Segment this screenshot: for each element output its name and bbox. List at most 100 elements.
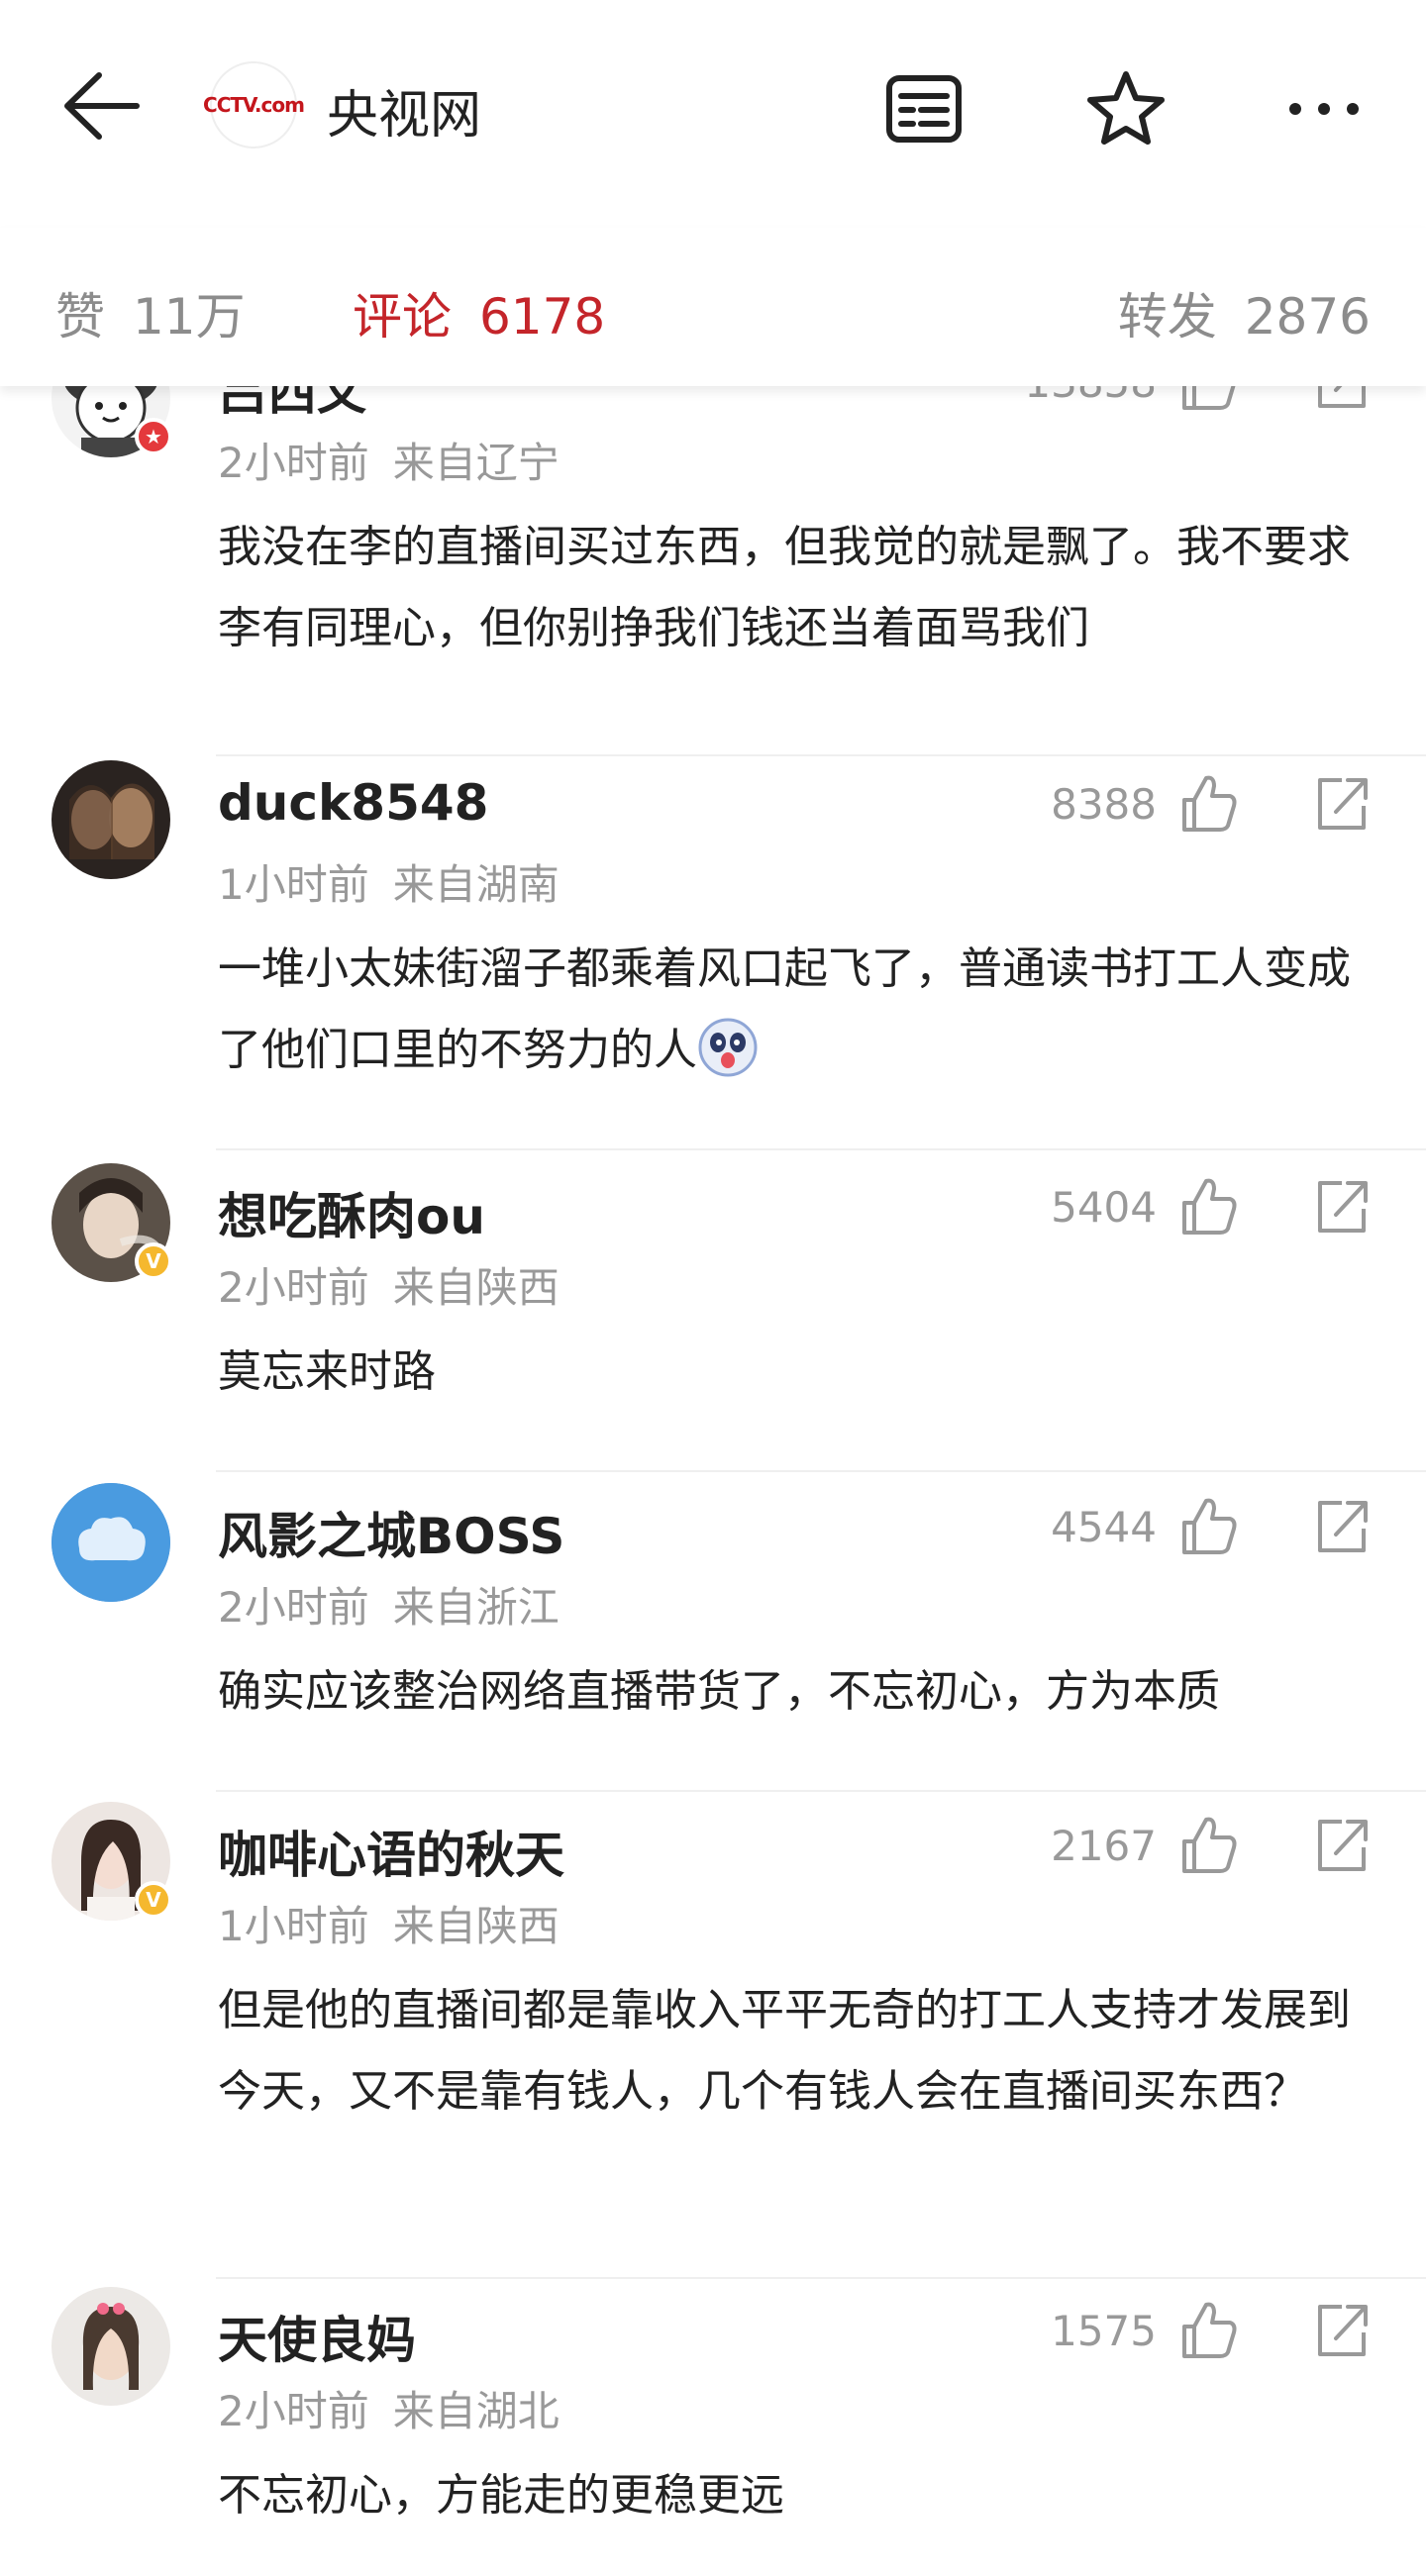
like-button[interactable] (1178, 770, 1238, 836)
comment-username[interactable]: 咖啡心语的秋天 (218, 1816, 564, 1887)
reader-mode-button[interactable] (879, 64, 968, 153)
comment-text: 但是他的直播间都是靠收入平平无奇的打工人支持才发展到今天，又不是靠有钱人，几个有… (218, 1985, 1351, 2117)
like-count: 4544 (1051, 1503, 1157, 1551)
tab-reposts-label: 转发 (1117, 288, 1217, 346)
share-button[interactable] (1312, 770, 1372, 836)
thumbs-up-icon (1182, 1498, 1237, 1554)
divider (216, 754, 1426, 756)
share-icon (1318, 2305, 1368, 2356)
comment-meta: 2小时前 来自辽宁 (218, 430, 560, 490)
avatar[interactable] (51, 2287, 170, 2406)
comment-time: 2小时前 (218, 439, 369, 487)
tab-reposts-count: 2876 (1244, 288, 1371, 346)
engagement-tabs: 赞 11万 评论 6178 转发 2876 (0, 228, 1426, 386)
verified-badge-icon: ★ (135, 418, 172, 455)
comment-username[interactable]: duck8548 (218, 774, 488, 832)
comment-meta: 2小时前 来自陕西 (218, 1254, 560, 1315)
thumbs-up-icon (1182, 1178, 1237, 1235)
back-button[interactable] (57, 61, 156, 150)
page-title[interactable]: 央视网 (327, 73, 481, 148)
more-button[interactable] (1279, 64, 1369, 153)
arrow-left-icon (64, 72, 140, 140)
divider (216, 2277, 1426, 2279)
like-button[interactable] (1178, 386, 1238, 414)
comment-text: 不忘初心，方能走的更稳更远 (218, 2470, 784, 2521)
tab-likes-count: 11万 (133, 288, 246, 346)
comment-time: 1小时前 (218, 860, 369, 909)
comment-username[interactable]: 风影之城BOSS (218, 1497, 564, 1568)
comment-text: 我没在李的直播间买过东西，但我觉的就是飘了。我不要求李有同理心，但你别挣我们钱还… (218, 522, 1351, 653)
comment-location: 来自陕西 (392, 1263, 560, 1312)
tab-reposts[interactable]: 转发 2876 (1118, 277, 1371, 348)
comment-meta: 2小时前 来自浙江 (218, 1574, 560, 1635)
comment-text-block: 一堆小太妹街溜子都乘着风口起飞了，普通读书打工人变成了他们口里的不努力的人 (218, 929, 1376, 1091)
comment-time: 1小时前 (218, 1902, 369, 1950)
thumbs-up-icon (1182, 2302, 1237, 2358)
comment-item: 天使良妈 1575 2小时前 来自湖北 不忘初心，方能走的更稳更远 (0, 2287, 1426, 2576)
comment-text: 确实应该整治网络直播带货了，不忘初心，方为本质 (218, 1666, 1220, 1717)
list-document-icon (886, 75, 962, 143)
share-button[interactable] (1312, 2297, 1372, 2362)
thumbs-up-icon (1182, 1817, 1237, 1873)
tab-comments-label: 评论 (353, 288, 452, 346)
tab-comments-count: 6178 (479, 288, 606, 346)
share-button[interactable] (1312, 1493, 1372, 1558)
verified-badge-icon: V (135, 1242, 172, 1280)
comment-item: 风影之城BOSS 4544 2小时前 来自浙江 确实应该整治网络直播带货了，不忘初… (0, 1483, 1426, 1800)
divider (216, 1148, 1426, 1150)
comment-item: V 咖啡心语的秋天 2167 1小时前 来自陕西 但是他的直播间都是靠收入平平无奇… (0, 1802, 1426, 2287)
comment-username[interactable]: 天使良妈 (218, 2301, 416, 2372)
more-dots-icon (1289, 103, 1359, 115)
tab-likes-label: 赞 (55, 288, 105, 346)
comment-text: 一堆小太妹街溜子都乘着风口起飞了，普通读书打工人变成了他们口里的不努力的人 (218, 943, 1351, 1075)
comment-meta: 1小时前 来自湖南 (218, 851, 560, 912)
like-button[interactable] (1178, 1493, 1238, 1558)
top-bar: CCTV.com 央视网 (0, 0, 1426, 213)
comment-username[interactable]: 吕西文 (218, 386, 366, 424)
comment-text: 莫忘来时路 (218, 1346, 436, 1397)
like-count: 2167 (1051, 1822, 1157, 1870)
comment-location: 来自湖北 (392, 2387, 560, 2435)
divider (216, 1790, 1426, 1792)
share-icon (1318, 1181, 1368, 1233)
panda-emoji-icon (698, 1018, 758, 1077)
tab-likes[interactable]: 赞 11万 (55, 277, 246, 348)
cloud-avatar-image (51, 1483, 170, 1602)
favorite-button[interactable] (1081, 64, 1171, 153)
like-button[interactable] (1178, 1812, 1238, 1877)
comment-location: 来自陕西 (392, 1902, 560, 1950)
like-button[interactable] (1178, 1173, 1238, 1238)
share-button[interactable] (1312, 386, 1372, 414)
comment-item: duck8548 8388 1小时前 来自湖南 一堆小太妹街溜子都乘着风口起飞了，… (0, 760, 1426, 1156)
comment-item: V 想吃酥肉ou 5404 2小时前 来自陕西 莫忘来时路 (0, 1163, 1426, 1480)
share-icon (1318, 1501, 1368, 1552)
avatar[interactable] (51, 760, 170, 879)
avatar[interactable] (51, 1483, 170, 1602)
account-avatar[interactable]: CCTV.com (203, 61, 305, 149)
logo-text: CCTV.com (203, 93, 305, 117)
comment-meta: 1小时前 来自陕西 (218, 1893, 560, 1953)
avatar[interactable]: ★ (51, 386, 172, 457)
divider (216, 1470, 1426, 1472)
comment-location: 来自浙江 (392, 1583, 560, 1632)
share-button[interactable] (1312, 1173, 1372, 1238)
comment-time: 2小时前 (218, 1583, 369, 1632)
like-count: 5404 (1051, 1183, 1157, 1232)
tab-comments[interactable]: 评论 6178 (353, 277, 605, 348)
thumbs-up-icon (1182, 775, 1237, 832)
like-count: 13858 (1024, 386, 1157, 407)
like-button[interactable] (1178, 2297, 1238, 2362)
comment-location: 来自湖南 (392, 860, 560, 909)
comment-time: 2小时前 (218, 2387, 369, 2435)
share-button[interactable] (1312, 1812, 1372, 1877)
photo-avatar-image (51, 760, 170, 879)
avatar[interactable]: V (51, 1163, 172, 1282)
comment-list[interactable]: ★ 吕西文 13858 2小时前来自辽宁 我没在李的直播间买过东西，但我觉的就是… (0, 386, 1426, 2576)
share-icon (1318, 386, 1366, 408)
avatar[interactable]: V (51, 1802, 172, 1921)
photo-avatar-image (51, 2287, 170, 2406)
comment-username[interactable]: 想吃酥肉ou (218, 1177, 485, 1248)
comment-meta: 2小时前 来自湖北 (218, 2378, 560, 2438)
share-icon (1318, 778, 1368, 830)
comment-time: 2小时前 (218, 1263, 369, 1312)
